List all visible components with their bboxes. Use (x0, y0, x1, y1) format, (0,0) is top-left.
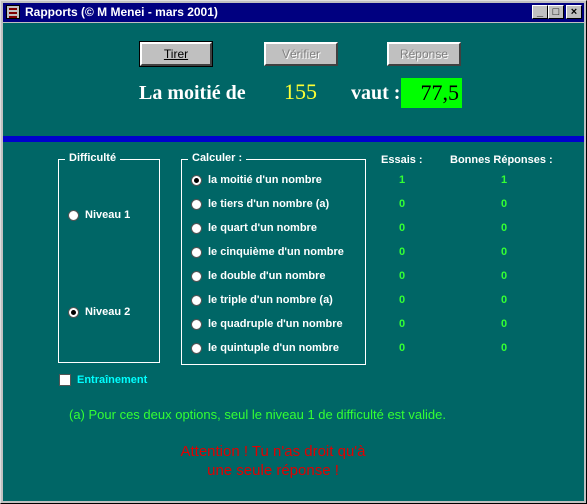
label-triple: le triple d'un nombre (a) (208, 294, 333, 306)
bonnes-count: 1 (500, 174, 508, 186)
radio-cinquieme[interactable] (191, 247, 202, 258)
essais-count: 0 (398, 198, 406, 210)
calculer-title: Calculer : (188, 152, 247, 164)
window-title: Rapports (© M Menei - mars 2001) (25, 5, 218, 19)
essais-count: 0 (398, 294, 406, 306)
radio-niveau-1[interactable] (68, 210, 79, 221)
essais-count: 0 (398, 270, 406, 282)
radio-niveau-2[interactable] (68, 307, 79, 318)
label-tiers: le tiers d'un nombre (a) (208, 198, 330, 210)
maximize-button[interactable]: □ (548, 5, 564, 19)
answer-field[interactable]: 77,5 (401, 78, 462, 108)
bonnes-count: 0 (500, 342, 508, 354)
bonnes-reponses-header: Bonnes Réponses : (450, 154, 553, 166)
vaut-label: vaut : (351, 82, 401, 104)
radio-triple[interactable] (191, 295, 202, 306)
difficulty-group: Difficulté Niveau 1 Niveau 2 (58, 152, 160, 363)
label-double: le double d'un nombre (208, 270, 326, 282)
label-moitie: la moitié d'un nombre (208, 174, 322, 186)
radio-double[interactable] (191, 271, 202, 282)
essais-count: 1 (398, 174, 406, 186)
bonnes-count: 0 (500, 294, 508, 306)
question-prefix: La moitié de (139, 82, 246, 104)
bonnes-count: 0 (500, 246, 508, 258)
label-niveau-1: Niveau 1 (85, 209, 131, 221)
verifier-button[interactable]: Vérifier (264, 42, 338, 66)
calculer-group: Calculer : la moitié d'un nombre le tier… (181, 152, 366, 365)
warning-line-1: Attention ! Tu n'as droit qu'à (180, 443, 366, 460)
essais-count: 0 (398, 246, 406, 258)
reponse-label: Réponse (399, 47, 449, 61)
bonnes-count: 0 (500, 270, 508, 282)
essais-header: Essais : (381, 154, 423, 166)
radio-moitie[interactable] (191, 175, 202, 186)
minimize-button[interactable]: _ (532, 5, 548, 19)
bonnes-count: 0 (500, 222, 508, 234)
radio-quadruple[interactable] (191, 319, 202, 330)
question-number: 155 (284, 79, 317, 104)
label-cinquieme: le cinquième d'un nombre (208, 246, 344, 258)
verifier-label: Vérifier (281, 47, 320, 61)
radio-tiers[interactable] (191, 199, 202, 210)
essais-count: 0 (398, 222, 406, 234)
close-button[interactable]: × (566, 5, 582, 19)
bonnes-count: 0 (500, 318, 508, 330)
radio-quart[interactable] (191, 223, 202, 234)
client-area: Tirer Vérifier Réponse La moitié de 155 … (3, 23, 584, 501)
label-quadruple: le quadruple d'un nombre (208, 318, 343, 330)
reponse-button[interactable]: Réponse (387, 42, 461, 66)
app-icon[interactable] (6, 5, 20, 19)
divider (3, 136, 584, 142)
label-quart: le quart d'un nombre (208, 222, 317, 234)
title-bar[interactable]: Rapports (© M Menei - mars 2001) _ □ × (3, 3, 584, 22)
essais-count: 0 (398, 318, 406, 330)
difficulty-title: Difficulté (65, 152, 121, 164)
essais-count: 0 (398, 342, 406, 354)
entrainement-label: Entraînement (77, 374, 148, 386)
warning-line-2: une seule réponse ! (207, 462, 339, 479)
label-quintuple: le quintuple d'un nombre (208, 342, 339, 354)
tirer-button[interactable]: Tirer (139, 41, 213, 67)
tirer-label: Tirer (163, 47, 189, 61)
entrainement-checkbox[interactable] (59, 374, 71, 386)
app-window: Rapports (© M Menei - mars 2001) _ □ × T… (0, 0, 587, 504)
label-niveau-2: Niveau 2 (85, 306, 131, 318)
radio-quintuple[interactable] (191, 343, 202, 354)
bonnes-count: 0 (500, 198, 508, 210)
options-note: (a) Pour ces deux options, seul le nivea… (69, 407, 446, 422)
